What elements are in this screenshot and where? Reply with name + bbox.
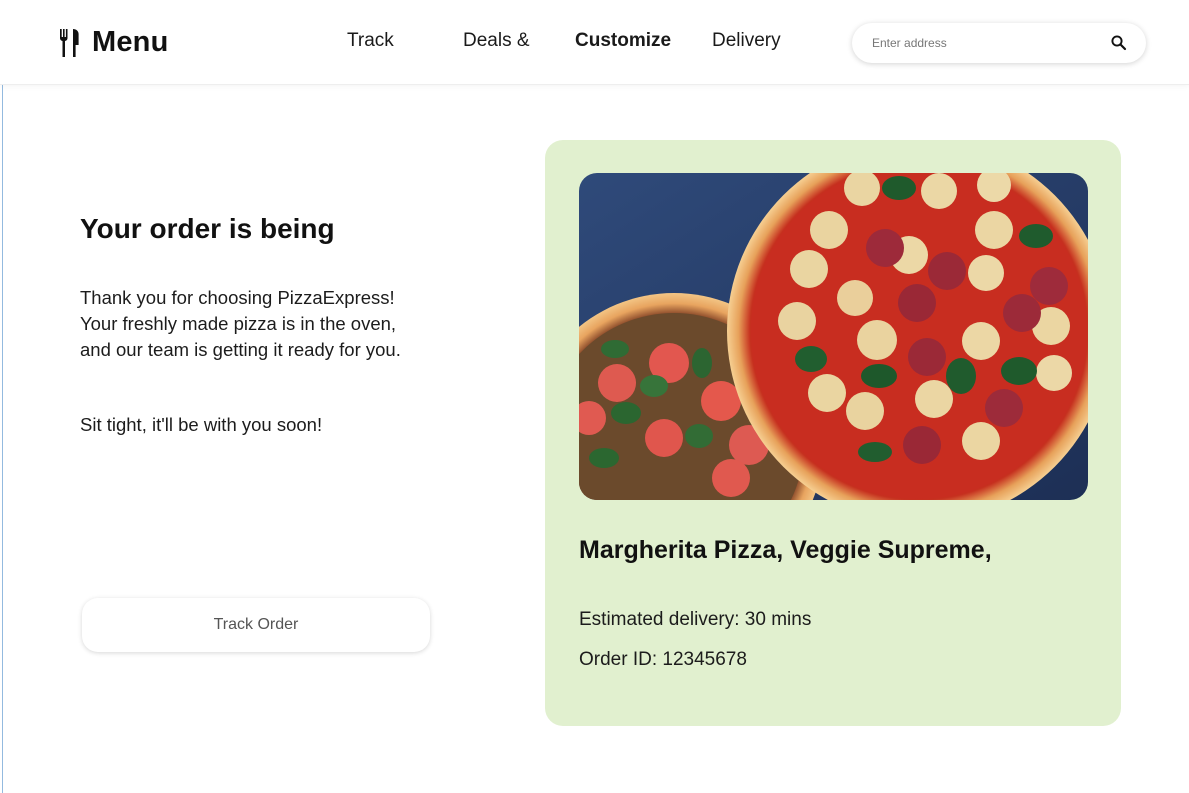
nav-delivery[interactable]: Delivery (712, 30, 781, 52)
pizza-image (579, 173, 1088, 500)
search-icon[interactable] (1110, 34, 1128, 52)
order-message-line: Thank you for choosing PizzaExpress! (80, 287, 395, 308)
order-summary-card: Margherita Pizza, Veggie Supreme, Estima… (545, 140, 1121, 726)
address-input[interactable] (872, 33, 1092, 53)
order-heading: Your order is being (80, 213, 335, 244)
track-order-button[interactable]: Track Order (82, 598, 430, 652)
order-message-line: Your freshly made pizza is in the oven, (80, 313, 397, 334)
cutlery-icon (59, 28, 79, 57)
order-message: Thank you for choosing PizzaExpress! You… (80, 285, 460, 363)
site-header: Menu Track Deals & Customize Delivery (0, 0, 1189, 85)
order-id: Order ID: 12345678 (579, 649, 747, 670)
order-message-line: and our team is getting it ready for you… (80, 339, 401, 360)
nav-deals[interactable]: Deals & (463, 30, 530, 52)
order-tagline: Sit tight, it'll be with you soon! (80, 414, 323, 435)
frame-border-left (2, 0, 3, 793)
brand-title: Menu (92, 26, 169, 58)
brand[interactable]: Menu (58, 26, 169, 59)
address-search (852, 23, 1146, 63)
nav-customize[interactable]: Customize (575, 30, 671, 52)
nav-track[interactable]: Track (347, 30, 394, 52)
estimated-delivery: Estimated delivery: 30 mins (579, 609, 812, 630)
card-title: Margherita Pizza, Veggie Supreme, (579, 536, 992, 564)
